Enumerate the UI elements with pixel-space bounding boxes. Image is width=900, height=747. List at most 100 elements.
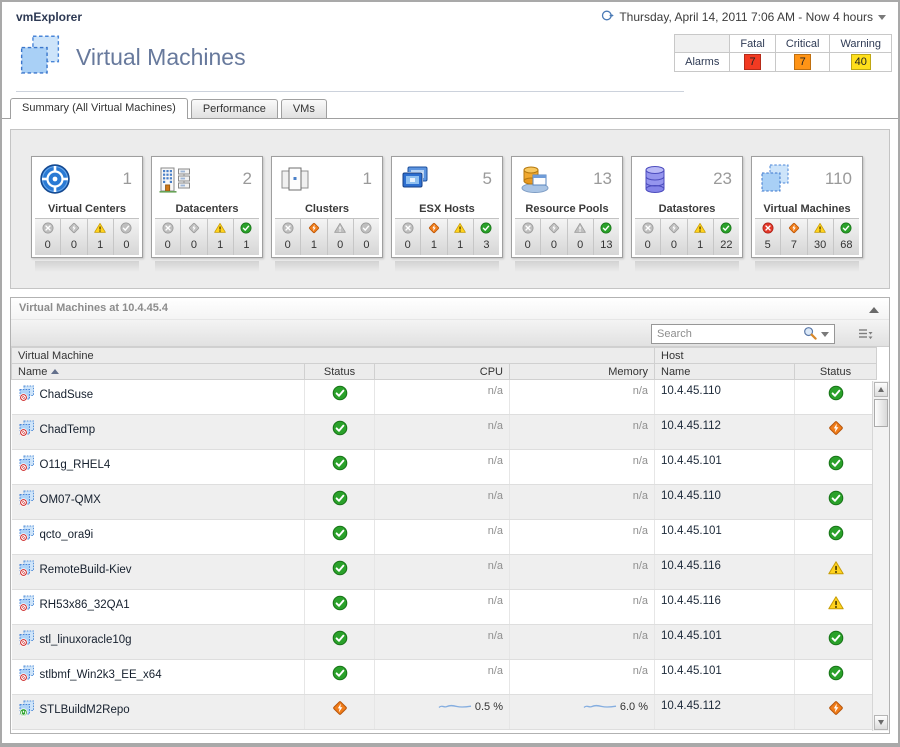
normal-icon[interactable] — [828, 532, 844, 544]
status-cell-normal[interactable]: 1 — [233, 219, 259, 255]
status-cell-warning[interactable]: 1 — [447, 219, 473, 255]
scroll-down-button[interactable] — [874, 715, 888, 730]
warning-icon[interactable] — [828, 602, 844, 614]
status-cell-fatal[interactable]: 5 — [755, 219, 780, 255]
tile-datacenters[interactable]: 2 Datacenters 0011 — [151, 156, 263, 258]
status-cell-warning[interactable]: 30 — [807, 219, 833, 255]
status-count: 68 — [834, 239, 859, 251]
tile-virtual-centers[interactable]: 1 Virtual Centers 0010 — [31, 156, 143, 258]
warning-icon[interactable] — [828, 567, 844, 579]
table-row[interactable]: qcto_ora9i n/a n/a 10.4.45.101 — [12, 520, 877, 555]
critical-icon — [308, 225, 320, 237]
normal-icon[interactable] — [332, 462, 348, 474]
status-cell-critical[interactable]: 0 — [180, 219, 206, 255]
column-header-status[interactable]: Status — [305, 364, 375, 380]
status-cell-normal[interactable]: 0 — [113, 219, 139, 255]
table-row[interactable]: stl_linuxoracle10g n/a n/a 10.4.45.101 — [12, 625, 877, 660]
status-count: 0 — [541, 239, 566, 251]
virtual-center-icon — [38, 162, 72, 199]
status-cell-fatal[interactable]: 0 — [35, 219, 60, 255]
column-header-memory[interactable]: Memory — [510, 364, 655, 380]
critical-icon[interactable] — [828, 427, 844, 439]
status-cell-critical[interactable]: 7 — [780, 219, 806, 255]
normal-icon[interactable] — [332, 427, 348, 439]
critical-alarm-count[interactable]: 7 — [794, 54, 811, 70]
tile-clusters[interactable]: 1 Clusters 0100 — [271, 156, 383, 258]
status-cell-critical[interactable]: 0 — [540, 219, 566, 255]
search-input[interactable] — [657, 328, 803, 340]
status-cell-critical[interactable]: 0 — [660, 219, 686, 255]
fatal-icon — [282, 225, 294, 237]
normal-icon[interactable] — [828, 462, 844, 474]
memory-cell: n/a — [510, 520, 655, 555]
scrollbar-thumb[interactable] — [874, 399, 888, 427]
column-header-name[interactable]: Name — [12, 364, 305, 380]
table-row[interactable]: RH53x86_32QA1 n/a n/a 10.4.45.116 — [12, 590, 877, 625]
tab-performance[interactable]: Performance — [191, 99, 278, 118]
status-cell-normal[interactable]: 22 — [713, 219, 739, 255]
table-row[interactable]: O11g_RHEL4 n/a n/a 10.4.45.101 — [12, 450, 877, 485]
column-header-host-status[interactable]: Status — [795, 364, 877, 380]
warning-alarm-count[interactable]: 40 — [851, 54, 871, 70]
status-cell-normal[interactable]: 13 — [593, 219, 619, 255]
collapse-icon[interactable] — [869, 304, 879, 316]
normal-icon[interactable] — [332, 497, 348, 509]
column-header-cpu[interactable]: CPU — [375, 364, 510, 380]
tile-esx-hosts[interactable]: 5 ESX Hosts 0113 — [391, 156, 503, 258]
normal-icon[interactable] — [828, 672, 844, 684]
cpu-cell: n/a — [375, 415, 510, 450]
status-cell-warning[interactable]: 0 — [327, 219, 353, 255]
critical-icon[interactable] — [828, 707, 844, 719]
status-cell-warning[interactable]: 1 — [687, 219, 713, 255]
tile-datastores[interactable]: 23 Datastores 00122 — [631, 156, 743, 258]
normal-icon[interactable] — [332, 532, 348, 544]
tab-summary[interactable]: Summary (All Virtual Machines) — [10, 98, 188, 119]
scroll-up-button[interactable] — [874, 382, 888, 397]
status-cell-warning[interactable]: 1 — [207, 219, 233, 255]
cpu-cell: n/a — [375, 555, 510, 590]
normal-icon[interactable] — [332, 602, 348, 614]
normal-icon[interactable] — [828, 392, 844, 404]
critical-icon[interactable] — [332, 707, 348, 719]
table-options-icon[interactable] — [858, 328, 873, 343]
tile-virtual-machines[interactable]: 110 Virtual Machines 573068 — [751, 156, 863, 258]
normal-icon[interactable] — [332, 672, 348, 684]
table-row[interactable]: OM07-QMX n/a n/a 10.4.45.110 — [12, 485, 877, 520]
status-cell-fatal[interactable]: 0 — [275, 219, 300, 255]
status-cell-fatal[interactable]: 0 — [635, 219, 660, 255]
status-cell-fatal[interactable]: 0 — [515, 219, 540, 255]
normal-icon[interactable] — [332, 637, 348, 649]
tab-bar: Summary (All Virtual Machines) Performan… — [2, 96, 898, 119]
status-cell-critical[interactable]: 1 — [420, 219, 446, 255]
normal-icon[interactable] — [828, 497, 844, 509]
fatal-alarm-count[interactable]: 7 — [744, 54, 761, 70]
normal-icon[interactable] — [332, 392, 348, 404]
normal-icon[interactable] — [828, 637, 844, 649]
column-header-host-name[interactable]: Name — [655, 364, 795, 380]
status-cell-normal[interactable]: 68 — [833, 219, 859, 255]
status-count: 0 — [181, 239, 206, 251]
status-count: 0 — [661, 239, 686, 251]
warning-icon — [574, 225, 586, 237]
tile-resource-pools[interactable]: 13 Resource Pools 00013 — [511, 156, 623, 258]
time-range-selector[interactable]: Thursday, April 14, 2011 7:06 AM - Now 4… — [601, 9, 886, 25]
status-cell-fatal[interactable]: 0 — [395, 219, 420, 255]
table-row[interactable]: STLBuildM2Repo 0.5 % 6.0 % 10.4.45.112 — [12, 695, 877, 730]
status-cell-normal[interactable]: 3 — [473, 219, 499, 255]
status-cell-critical[interactable]: 1 — [300, 219, 326, 255]
search-button[interactable] — [803, 326, 829, 343]
status-cell-warning[interactable]: 0 — [567, 219, 593, 255]
table-row[interactable]: ChadTemp n/a n/a 10.4.45.112 — [12, 415, 877, 450]
table-row[interactable]: ChadSuse n/a n/a 10.4.45.110 — [12, 380, 877, 415]
table-row[interactable]: RemoteBuild-Kiev n/a n/a 10.4.45.116 — [12, 555, 877, 590]
status-cell-fatal[interactable]: 0 — [155, 219, 180, 255]
vertical-scrollbar[interactable] — [872, 381, 889, 731]
status-cell-normal[interactable]: 0 — [353, 219, 379, 255]
tab-vms[interactable]: VMs — [281, 99, 327, 118]
status-cell-critical[interactable]: 0 — [60, 219, 86, 255]
table-row[interactable]: stlbmf_Win2k3_EE_x64 n/a n/a 10.4.45.101 — [12, 660, 877, 695]
status-count: 0 — [275, 239, 300, 251]
vm-name: stl_linuxoracle10g — [40, 634, 132, 646]
status-cell-warning[interactable]: 1 — [87, 219, 113, 255]
normal-icon[interactable] — [332, 567, 348, 579]
